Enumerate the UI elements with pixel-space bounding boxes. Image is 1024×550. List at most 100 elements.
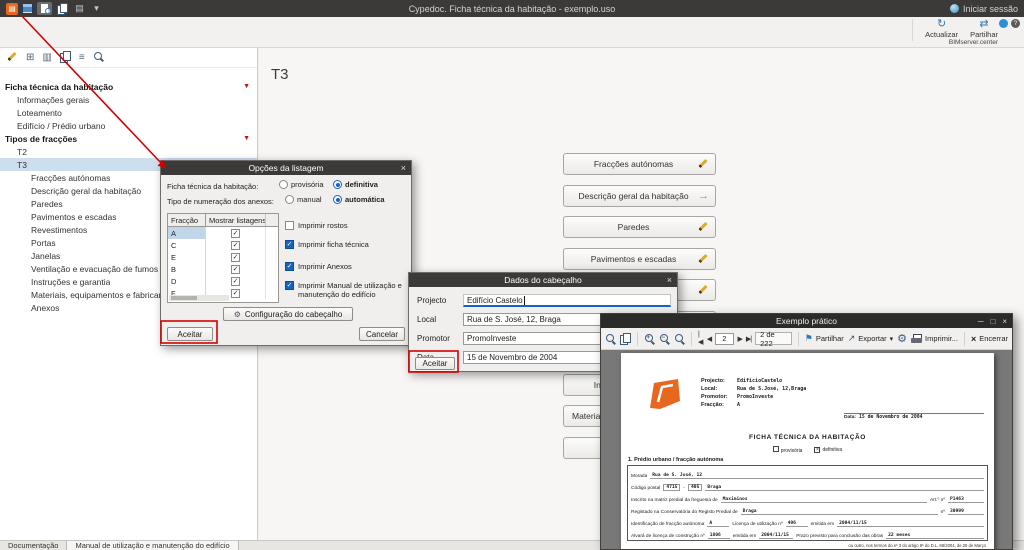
radio-manual[interactable]: manual: [285, 195, 322, 204]
doc-title: FICHA TÉCNICA DA HABITAÇÃO: [749, 434, 866, 441]
fraccao-table: Fracção Mostrar listagens A ✓ C ✓ E ✓ B ✓ D ✓ …: [167, 213, 279, 303]
zoom-in-icon[interactable]: +: [644, 333, 655, 344]
radio-automatica[interactable]: automática: [333, 195, 385, 204]
check-imprimir-manual[interactable]: ✓ Imprimir Manual de utilização e manuten…: [285, 281, 409, 299]
dialog-titlebar[interactable]: Opções da listagem ×: [161, 161, 411, 175]
zoom-fit-icon[interactable]: [674, 333, 685, 344]
pages-icon[interactable]: [59, 50, 71, 65]
book-icon[interactable]: ▥: [42, 52, 51, 63]
table-row[interactable]: E ✓: [168, 251, 278, 263]
section-button[interactable]: Pavimentos e escadas: [563, 248, 716, 270]
preview-toolbar: + − |◀ ◀ 2 ▶ ▶| 2 de 222 ⚑ Partilhar ↗ Exp…: [601, 328, 1012, 350]
tree-item[interactable]: Informações gerais: [0, 93, 257, 106]
table-row[interactable]: C ✓: [168, 239, 278, 251]
table-header: Fracção Mostrar listagens: [168, 214, 278, 227]
table-row[interactable]: D ✓: [168, 275, 278, 287]
check-imprimir-anexos[interactable]: ✓ Imprimir Anexos: [285, 262, 407, 271]
exportar-button[interactable]: ↗ Exportar ▾: [848, 333, 893, 344]
save-icon[interactable]: [22, 3, 33, 14]
checkbox[interactable]: ✓: [231, 228, 240, 238]
copy-pages-icon[interactable]: [56, 2, 69, 15]
partilhar-button[interactable]: ⇄ Partilhar: [970, 19, 998, 41]
last-page-button[interactable]: ▶|: [746, 335, 752, 343]
ficha-radio-label: Ficha técnica da habitação:: [167, 182, 259, 191]
close-icon[interactable]: ×: [401, 161, 406, 175]
table-row[interactable]: A ✓: [168, 227, 278, 239]
page-title: T3: [271, 66, 289, 83]
list-icon[interactable]: ▤: [73, 2, 86, 15]
section-button[interactable]: Fracções autónomas: [563, 153, 716, 175]
refresh-icon: ↻: [936, 18, 947, 30]
section-button[interactable]: Paredes: [563, 216, 716, 238]
tab-documentacao[interactable]: Documentação: [0, 541, 66, 550]
aceitar-button[interactable]: Aceitar: [167, 327, 213, 341]
zoom-out-icon[interactable]: −: [659, 333, 670, 344]
preview-window: Exemplo prático ─ □ × + − |◀ ◀ 2 ▶ ▶| 2 de…: [600, 313, 1013, 550]
partilhar-button[interactable]: ⚑ Partilhar: [805, 333, 844, 344]
print-preview-icon[interactable]: [37, 2, 52, 15]
close-icon[interactable]: ×: [1002, 317, 1007, 326]
tree-item[interactable]: T2: [0, 145, 257, 158]
doc-footnote: ou outro, nos termos do nº 3 do artigo 9…: [848, 543, 986, 548]
imprimir-button[interactable]: Imprimir...: [911, 333, 958, 344]
menu-caret-icon[interactable]: ▾: [90, 2, 103, 15]
checkbox[interactable]: ✓: [231, 240, 240, 250]
checkbox[interactable]: ✓: [231, 264, 240, 274]
check-imprimir-rostos[interactable]: Imprimir rostos: [285, 221, 407, 230]
tree-item[interactable]: Ficha técnica da habitação ▼: [0, 80, 257, 93]
radio-provisoria[interactable]: provisória: [279, 180, 324, 189]
tree-item[interactable]: Tipos de fracções ▼: [0, 132, 257, 145]
encerrar-button[interactable]: × Encerrar: [971, 334, 1008, 344]
field-label: Projecto: [417, 296, 447, 305]
add-icon[interactable]: ⊞: [26, 52, 34, 63]
document-page: Projecto: EdifícioCastelo Local: Rua de S.…: [621, 353, 994, 549]
red-marker-icon: ▼: [243, 135, 250, 142]
checkbox[interactable]: ✓: [231, 276, 240, 286]
maximize-icon[interactable]: □: [990, 317, 995, 326]
app-icon[interactable]: ▤: [6, 2, 18, 15]
search-icon[interactable]: [93, 51, 104, 65]
login-button[interactable]: Iniciar sessão: [949, 4, 1018, 14]
tree-item[interactable]: Edifício / Prédio urbano: [0, 119, 257, 132]
checkbox-provisoria: [772, 446, 779, 452]
preview-titlebar[interactable]: Exemplo prático ─ □ ×: [601, 314, 1012, 328]
radio-definitiva[interactable]: definitiva: [333, 180, 378, 189]
tab-manual-utilizacao[interactable]: Manual de utilização e manutenção do edi…: [66, 541, 239, 550]
dialog-titlebar[interactable]: Dados do cabeçalho ×: [409, 273, 677, 287]
table-row[interactable]: B ✓: [168, 263, 278, 275]
export-icon: ↗: [847, 333, 856, 343]
help-icon[interactable]: ?: [1011, 19, 1020, 28]
titlebar: ▤ ▤ ▾ Cypedoc. Ficha técnica da habitaçã…: [0, 0, 1024, 17]
first-page-button[interactable]: |◀: [698, 331, 703, 346]
preview-document-area[interactable]: Projecto: EdifícioCastelo Local: Rua de S.…: [601, 350, 1012, 549]
red-marker-icon: ▼: [243, 83, 250, 90]
doc-header-info: Projecto: EdifícioCastelo Local: Rua de S.…: [701, 378, 807, 408]
checkbox[interactable]: ✓: [231, 252, 240, 262]
section-button[interactable]: Descrição geral da habitação →: [563, 185, 716, 207]
zoom-page-icon[interactable]: [605, 333, 616, 344]
status-dot-icon[interactable]: [999, 19, 1008, 28]
caret-down-icon: ▾: [889, 335, 894, 343]
settings-gear-icon[interactable]: ⚙: [897, 332, 907, 345]
cancelar-button[interactable]: Cancelar: [359, 327, 405, 341]
edit-icon[interactable]: [6, 50, 18, 65]
multipage-view-icon[interactable]: [620, 333, 631, 345]
share-icon: ⇄: [979, 18, 989, 30]
list-lines-icon[interactable]: ≡: [79, 52, 85, 63]
minimize-icon[interactable]: ─: [978, 317, 984, 326]
prev-page-button[interactable]: ◀: [707, 335, 712, 343]
sidebar-toolbar: ⊞ ▥ ≡: [0, 48, 257, 68]
tree-item[interactable]: Loteamento: [0, 106, 257, 119]
check-imprimir-ficha[interactable]: ✓ Imprimir ficha técnica: [285, 240, 407, 249]
next-page-button[interactable]: ▶: [738, 335, 743, 343]
checkbox-definitiva: ×: [814, 447, 821, 453]
projecto-field[interactable]: Edifício Castelo: [463, 294, 671, 307]
aceitar-button[interactable]: Aceitar: [415, 357, 455, 370]
page-number-input[interactable]: 2: [715, 332, 734, 345]
table-hscrollbar[interactable]: [169, 295, 229, 301]
actualizar-button[interactable]: ↻ Actualizar: [925, 19, 958, 41]
checkbox[interactable]: ✓: [231, 288, 240, 298]
config-icon: ⚙: [233, 309, 241, 319]
configuracao-cabecalho-button[interactable]: ⚙ Configuração do cabeçalho: [223, 307, 353, 321]
close-icon[interactable]: ×: [667, 273, 672, 287]
